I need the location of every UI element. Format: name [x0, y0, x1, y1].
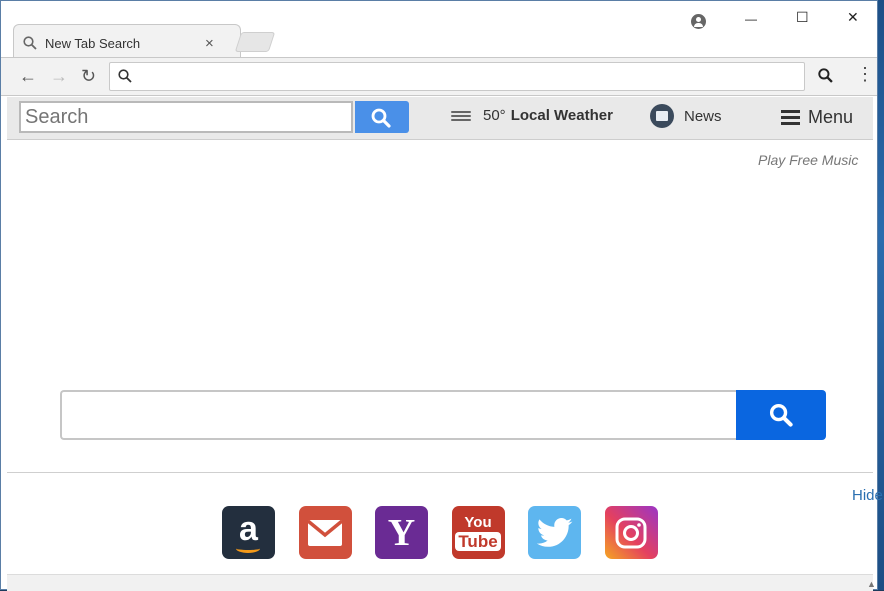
address-bar[interactable]	[109, 62, 805, 91]
youtube-shortcut[interactable]: You Tube	[451, 506, 505, 559]
shortcut-bar: a Y You Tube	[222, 506, 681, 559]
back-icon[interactable]: ←	[19, 66, 37, 87]
news-link[interactable]: News	[650, 104, 722, 128]
instagram-icon	[615, 517, 647, 548]
omnibox-search-icon	[118, 69, 132, 83]
instagram-shortcut[interactable]	[604, 506, 658, 559]
weather-temperature: 50°	[483, 107, 506, 124]
browser-menu-icon[interactable]: ⋮	[856, 65, 874, 83]
amazon-shortcut[interactable]: a	[222, 506, 275, 559]
weather-label: Local Weather	[510, 107, 613, 124]
tab-close-icon[interactable]: ×	[205, 35, 214, 52]
gmail-icon	[307, 519, 343, 546]
play-free-music-link[interactable]: Play Free Music	[758, 152, 858, 168]
toolbar-search-input[interactable]	[19, 101, 353, 133]
tab-content: New Tab Search ×	[23, 31, 233, 55]
twitter-icon	[536, 517, 572, 547]
address-toolbar: ← → ↻ ⋮	[1, 57, 877, 96]
gmail-shortcut[interactable]	[298, 506, 352, 559]
account-icon[interactable]	[691, 14, 706, 29]
news-icon	[650, 104, 674, 128]
status-bar	[7, 574, 873, 591]
new-tab-button[interactable]	[234, 32, 276, 52]
main-search-input[interactable]	[60, 390, 736, 440]
main-search-button[interactable]	[736, 390, 826, 440]
forward-icon[interactable]: →	[50, 66, 68, 87]
search-icon	[371, 108, 391, 128]
twitter-shortcut[interactable]	[528, 506, 581, 559]
browser-window: New Tab Search × — ☐ ✕ ← → ↻ ⋮ Search 50…	[0, 0, 883, 591]
search-icon	[769, 403, 793, 427]
menu-label: Menu	[808, 107, 854, 127]
news-label: News	[684, 107, 722, 125]
search-icon[interactable]	[818, 68, 833, 83]
close-window-icon[interactable]: ✕	[847, 9, 859, 26]
reload-icon[interactable]: ↻	[81, 66, 96, 87]
yahoo-shortcut[interactable]: Y	[375, 506, 428, 559]
hamburger-icon	[781, 107, 800, 128]
amazon-icon: a	[239, 510, 258, 548]
weather-icon	[451, 109, 471, 123]
title-bar: New Tab Search × — ☐ ✕	[1, 1, 877, 58]
content-divider	[7, 472, 873, 473]
extension-toolbar: 50° Local Weather News Menu	[7, 97, 873, 140]
maximize-icon[interactable]: ☐	[796, 9, 809, 26]
scroll-up-icon[interactable]: ▲	[867, 579, 876, 589]
hide-shortcuts-link[interactable]: Hide	[852, 487, 883, 504]
tab-title: New Tab Search	[45, 35, 141, 51]
youtube-icon-tube: Tube	[455, 531, 501, 551]
extension-menu-button[interactable]: Menu	[781, 107, 853, 128]
local-weather-link[interactable]: 50° Local Weather	[451, 107, 613, 124]
yahoo-icon: Y	[387, 511, 416, 554]
toolbar-search-button[interactable]	[355, 101, 409, 133]
youtube-icon-you: You	[464, 513, 492, 531]
minimize-icon[interactable]: —	[745, 12, 757, 26]
tab-search-icon	[23, 36, 37, 50]
